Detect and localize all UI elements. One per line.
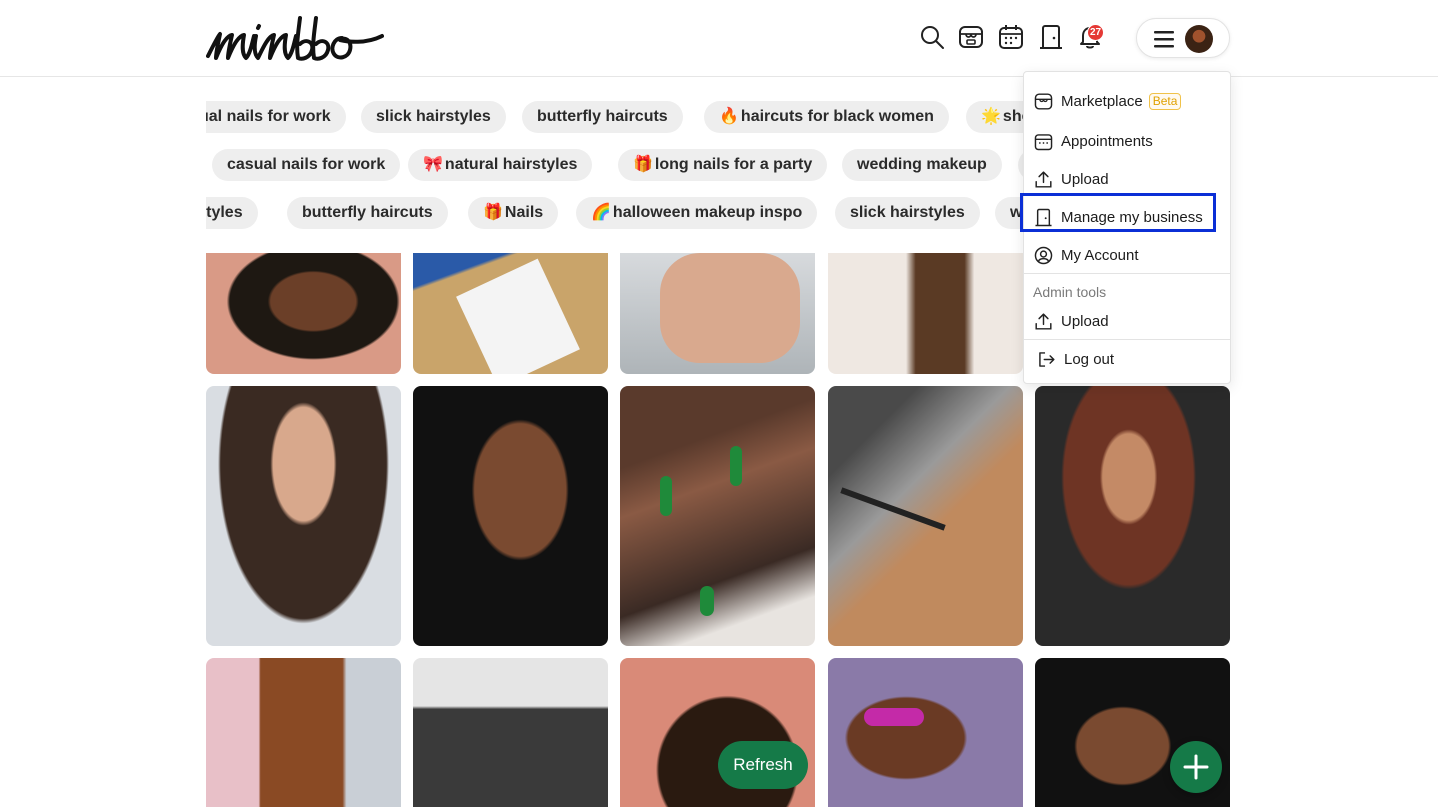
feed-image[interactable] [413,658,608,807]
feed-image[interactable] [1035,386,1230,646]
profile-dropdown-menu: Marketplace Beta Appointments Upload Man… [1023,71,1231,384]
menu-item-appointments[interactable]: Appointments [1024,123,1230,159]
top-header: 27 [0,0,1438,77]
menu-item-admin-upload[interactable]: Upload [1024,303,1230,339]
refresh-button[interactable]: Refresh [718,741,808,789]
menu-item-label: Upload [1061,312,1109,330]
chip[interactable]: slick hairstyles [835,197,980,229]
door-icon [1035,208,1052,226]
feed-image[interactable] [413,386,608,646]
account-icon [1034,246,1053,264]
admin-tools-heading: Admin tools [1033,284,1107,300]
feed-image[interactable] [206,253,401,374]
chip[interactable]: rstyles [206,197,258,229]
menu-item-label: Marketplace [1061,92,1143,110]
add-button[interactable] [1170,741,1222,793]
menu-item-marketplace[interactable]: Marketplace Beta [1024,83,1230,119]
logout-icon [1039,351,1055,367]
menu-item-upload[interactable]: Upload [1024,161,1230,197]
feed-image[interactable] [620,253,815,374]
notification-badge: 27 [1087,24,1104,41]
menu-item-logout[interactable]: Log out [1024,341,1230,377]
marketplace-icon [1034,92,1053,110]
search-icon[interactable] [919,24,945,50]
plus-icon [1183,754,1209,780]
chip[interactable]: slick hairstyles [361,101,506,133]
chip[interactable]: wedding makeup [842,149,1002,181]
menu-divider [1024,339,1230,340]
feed-image[interactable] [828,253,1023,374]
upload-icon [1035,170,1052,188]
menu-item-label: Upload [1061,170,1109,188]
calendar-icon [1034,133,1053,150]
feed-image[interactable] [206,386,401,646]
feed-image[interactable] [620,386,815,646]
menu-item-label: Appointments [1061,132,1153,150]
chip[interactable]: butterfly haircuts [287,197,448,229]
avatar [1185,25,1213,53]
menu-divider [1024,273,1230,274]
menu-item-label: Manage my business [1061,208,1203,226]
feed-image[interactable] [828,386,1023,646]
feed-image[interactable] [828,658,1023,807]
chip[interactable]: 🔥 haircuts for black women [704,101,949,133]
chip[interactable]: casual nails for work [212,149,401,181]
mimbbo-logo[interactable] [206,14,384,66]
calendar-icon[interactable] [998,24,1024,50]
beta-badge: Beta [1148,92,1182,110]
feed-image[interactable] [413,253,608,374]
menu-item-my-account[interactable]: My Account [1024,237,1230,273]
chip[interactable]: 🎀 natural hairstyles [408,149,593,181]
chip[interactable]: 🌈 halloween makeup inspo [576,197,818,229]
chip[interactable]: ual nails for work [206,101,346,133]
marketplace-icon[interactable] [958,24,984,50]
menu-item-label: My Account [1061,246,1139,264]
chip[interactable]: 🎁 long nails for a party [618,149,828,181]
chip[interactable]: butterfly haircuts [522,101,683,133]
menu-icon [1154,30,1174,48]
chip[interactable]: 🎁 Nails [468,197,559,229]
menu-item-manage-business[interactable]: Manage my business [1024,199,1230,235]
profile-menu-button[interactable] [1136,18,1230,58]
menu-item-label: Log out [1064,350,1115,368]
feed-image[interactable] [206,658,401,807]
door-icon[interactable] [1038,24,1064,50]
upload-icon [1035,312,1052,330]
